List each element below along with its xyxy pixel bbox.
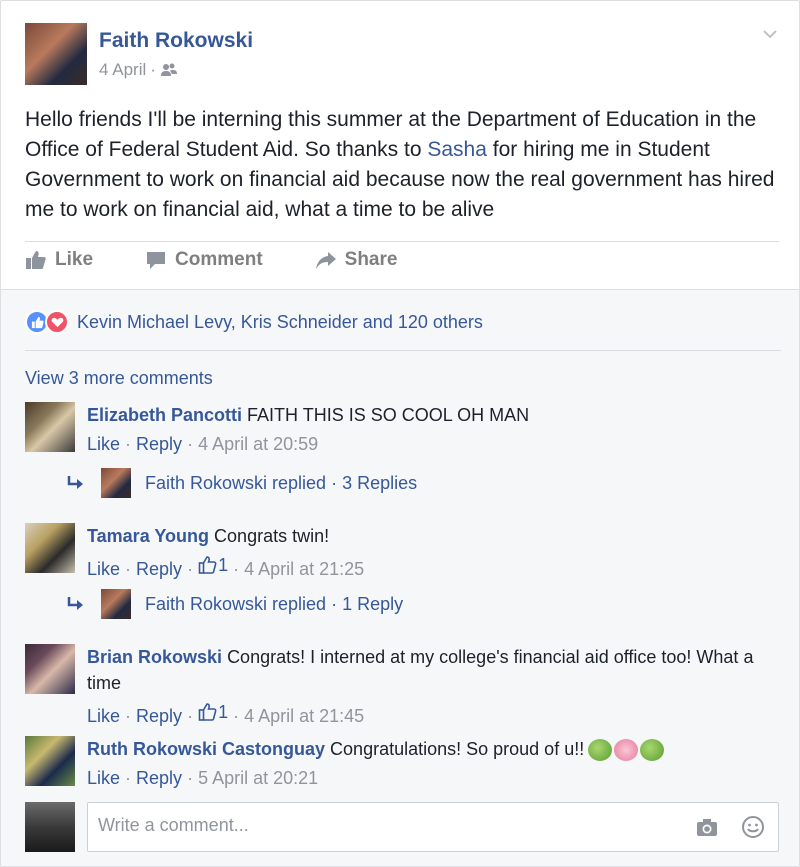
chevron-down-icon[interactable] (761, 25, 779, 43)
comment-time[interactable]: 4 April at 21:25 (244, 559, 364, 579)
thumbs-up-outline-icon (198, 556, 217, 574)
comment-reply-link[interactable]: Reply (136, 768, 182, 788)
reply-arrow-icon (67, 597, 83, 610)
comment-reply-link[interactable]: Reply (136, 559, 182, 579)
post-author-name[interactable]: Faith Rokowski (99, 29, 253, 53)
comment-text: FAITH THIS IS SO COOL OH MAN (247, 405, 530, 425)
comment-time[interactable]: 4 April at 20:59 (198, 434, 318, 454)
like-count: 1 (218, 702, 229, 722)
love-reaction-icon (45, 310, 69, 334)
comment-reply-link[interactable]: Reply (136, 706, 182, 726)
reply-arrow-icon (67, 476, 83, 489)
commenter-avatar[interactable] (25, 523, 75, 573)
comment-like-link[interactable]: Like (87, 559, 120, 579)
comment-body: Ruth Rokowski Castonguay Congratulations… (87, 736, 767, 790)
post-text: Hello friends I'll be interning this sum… (25, 105, 781, 225)
replier-avatar (101, 589, 131, 619)
replies-link[interactable]: Faith Rokowski replied · 1 Reply (67, 589, 403, 619)
comment-like-count[interactable]: 1 (198, 700, 228, 724)
comment-links: Like · Reply · 1 · 4 April at 21:45 (87, 700, 365, 726)
comment-links: Like · Reply · 4 April at 20:59 (87, 434, 319, 454)
divider (25, 241, 779, 242)
like-label: Like (55, 249, 94, 270)
comment-input[interactable]: Write a comment... (87, 802, 779, 852)
share-arrow-icon (315, 252, 336, 269)
comment-time[interactable]: 4 April at 21:45 (244, 706, 364, 726)
current-user-avatar (25, 802, 75, 852)
comment-composer: Write a comment... (25, 802, 781, 852)
meta-separator: · (150, 60, 156, 79)
comment-body: Brian Rokowski Congrats! I interned at m… (87, 644, 767, 728)
comment-text: Congrats twin! (214, 526, 330, 546)
reactions-summary[interactable]: Kevin Michael Levy, Kris Schneider and 1… (25, 310, 483, 334)
post-actions: Like Comment Share (25, 249, 449, 271)
share-label: Share (344, 249, 398, 270)
replies-text: Faith Rokowski replied · 3 Replies (145, 472, 418, 493)
comment-body: Elizabeth Pancotti FAITH THIS IS SO COOL… (87, 402, 767, 456)
friends-audience-icon[interactable] (160, 62, 178, 78)
post-card: Faith Rokowski 4 April · Hello friends I… (0, 0, 800, 867)
comment-links: Like · Reply · 1 · 4 April at 21:25 (87, 553, 365, 579)
author-avatar[interactable] (25, 23, 87, 85)
commenter-name[interactable]: Elizabeth Pancotti (87, 405, 242, 425)
leaf-emoji-icon (640, 739, 665, 762)
camera-icon[interactable] (695, 815, 719, 839)
hibiscus-emoji-icon (614, 739, 639, 762)
share-button[interactable]: Share (315, 249, 398, 271)
thumbs-up-icon (26, 251, 46, 269)
comment-time[interactable]: 5 April at 20:21 (198, 768, 318, 788)
commenter-name[interactable]: Tamara Young (87, 526, 209, 546)
leaf-emoji-icon (588, 739, 613, 762)
post-date[interactable]: 4 April (99, 60, 146, 80)
comment-body: Tamara Young Congrats twin! Like · Reply… (87, 523, 767, 581)
commenter-avatar[interactable] (25, 736, 75, 786)
reactions-text: Kevin Michael Levy, Kris Schneider and 1… (77, 311, 483, 332)
comment-like-link[interactable]: Like (87, 768, 120, 788)
post-header: Faith Rokowski 4 April · Hello friends I… (1, 1, 799, 289)
view-more-comments-link[interactable]: View 3 more comments (25, 368, 213, 389)
reaction-icons (25, 310, 69, 334)
comment-icon (147, 252, 166, 269)
commenter-avatar[interactable] (25, 402, 75, 452)
like-button[interactable]: Like (25, 249, 93, 271)
comment-like-link[interactable]: Like (87, 706, 120, 726)
post-meta: 4 April · (99, 60, 178, 80)
comment-label: Comment (175, 249, 263, 270)
replies-text: Faith Rokowski replied · 1 Reply (145, 593, 404, 614)
comment-reply-link[interactable]: Reply (136, 434, 182, 454)
comment-like-link[interactable]: Like (87, 434, 120, 454)
thumbs-up-outline-icon (198, 703, 217, 721)
divider (25, 350, 781, 351)
replies-link[interactable]: Faith Rokowski replied · 3 Replies (67, 468, 417, 498)
composer-icons (695, 815, 765, 839)
comments-section: Kevin Michael Levy, Kris Schneider and 1… (1, 289, 799, 866)
commenter-name[interactable]: Ruth Rokowski Castonguay (87, 739, 325, 759)
comment-like-count[interactable]: 1 (198, 553, 228, 577)
comment-emojis (588, 739, 665, 762)
like-count: 1 (218, 555, 229, 575)
commenter-name[interactable]: Brian Rokowski (87, 647, 222, 667)
comment-links: Like · Reply · 5 April at 20:21 (87, 768, 319, 788)
emoji-icon[interactable] (741, 815, 765, 839)
comment-button[interactable]: Comment (145, 249, 263, 271)
mention-link[interactable]: Sasha (427, 138, 487, 161)
replier-avatar (101, 468, 131, 498)
comment-text: Congratulations! So proud of u!! (330, 739, 585, 759)
commenter-avatar[interactable] (25, 644, 75, 694)
